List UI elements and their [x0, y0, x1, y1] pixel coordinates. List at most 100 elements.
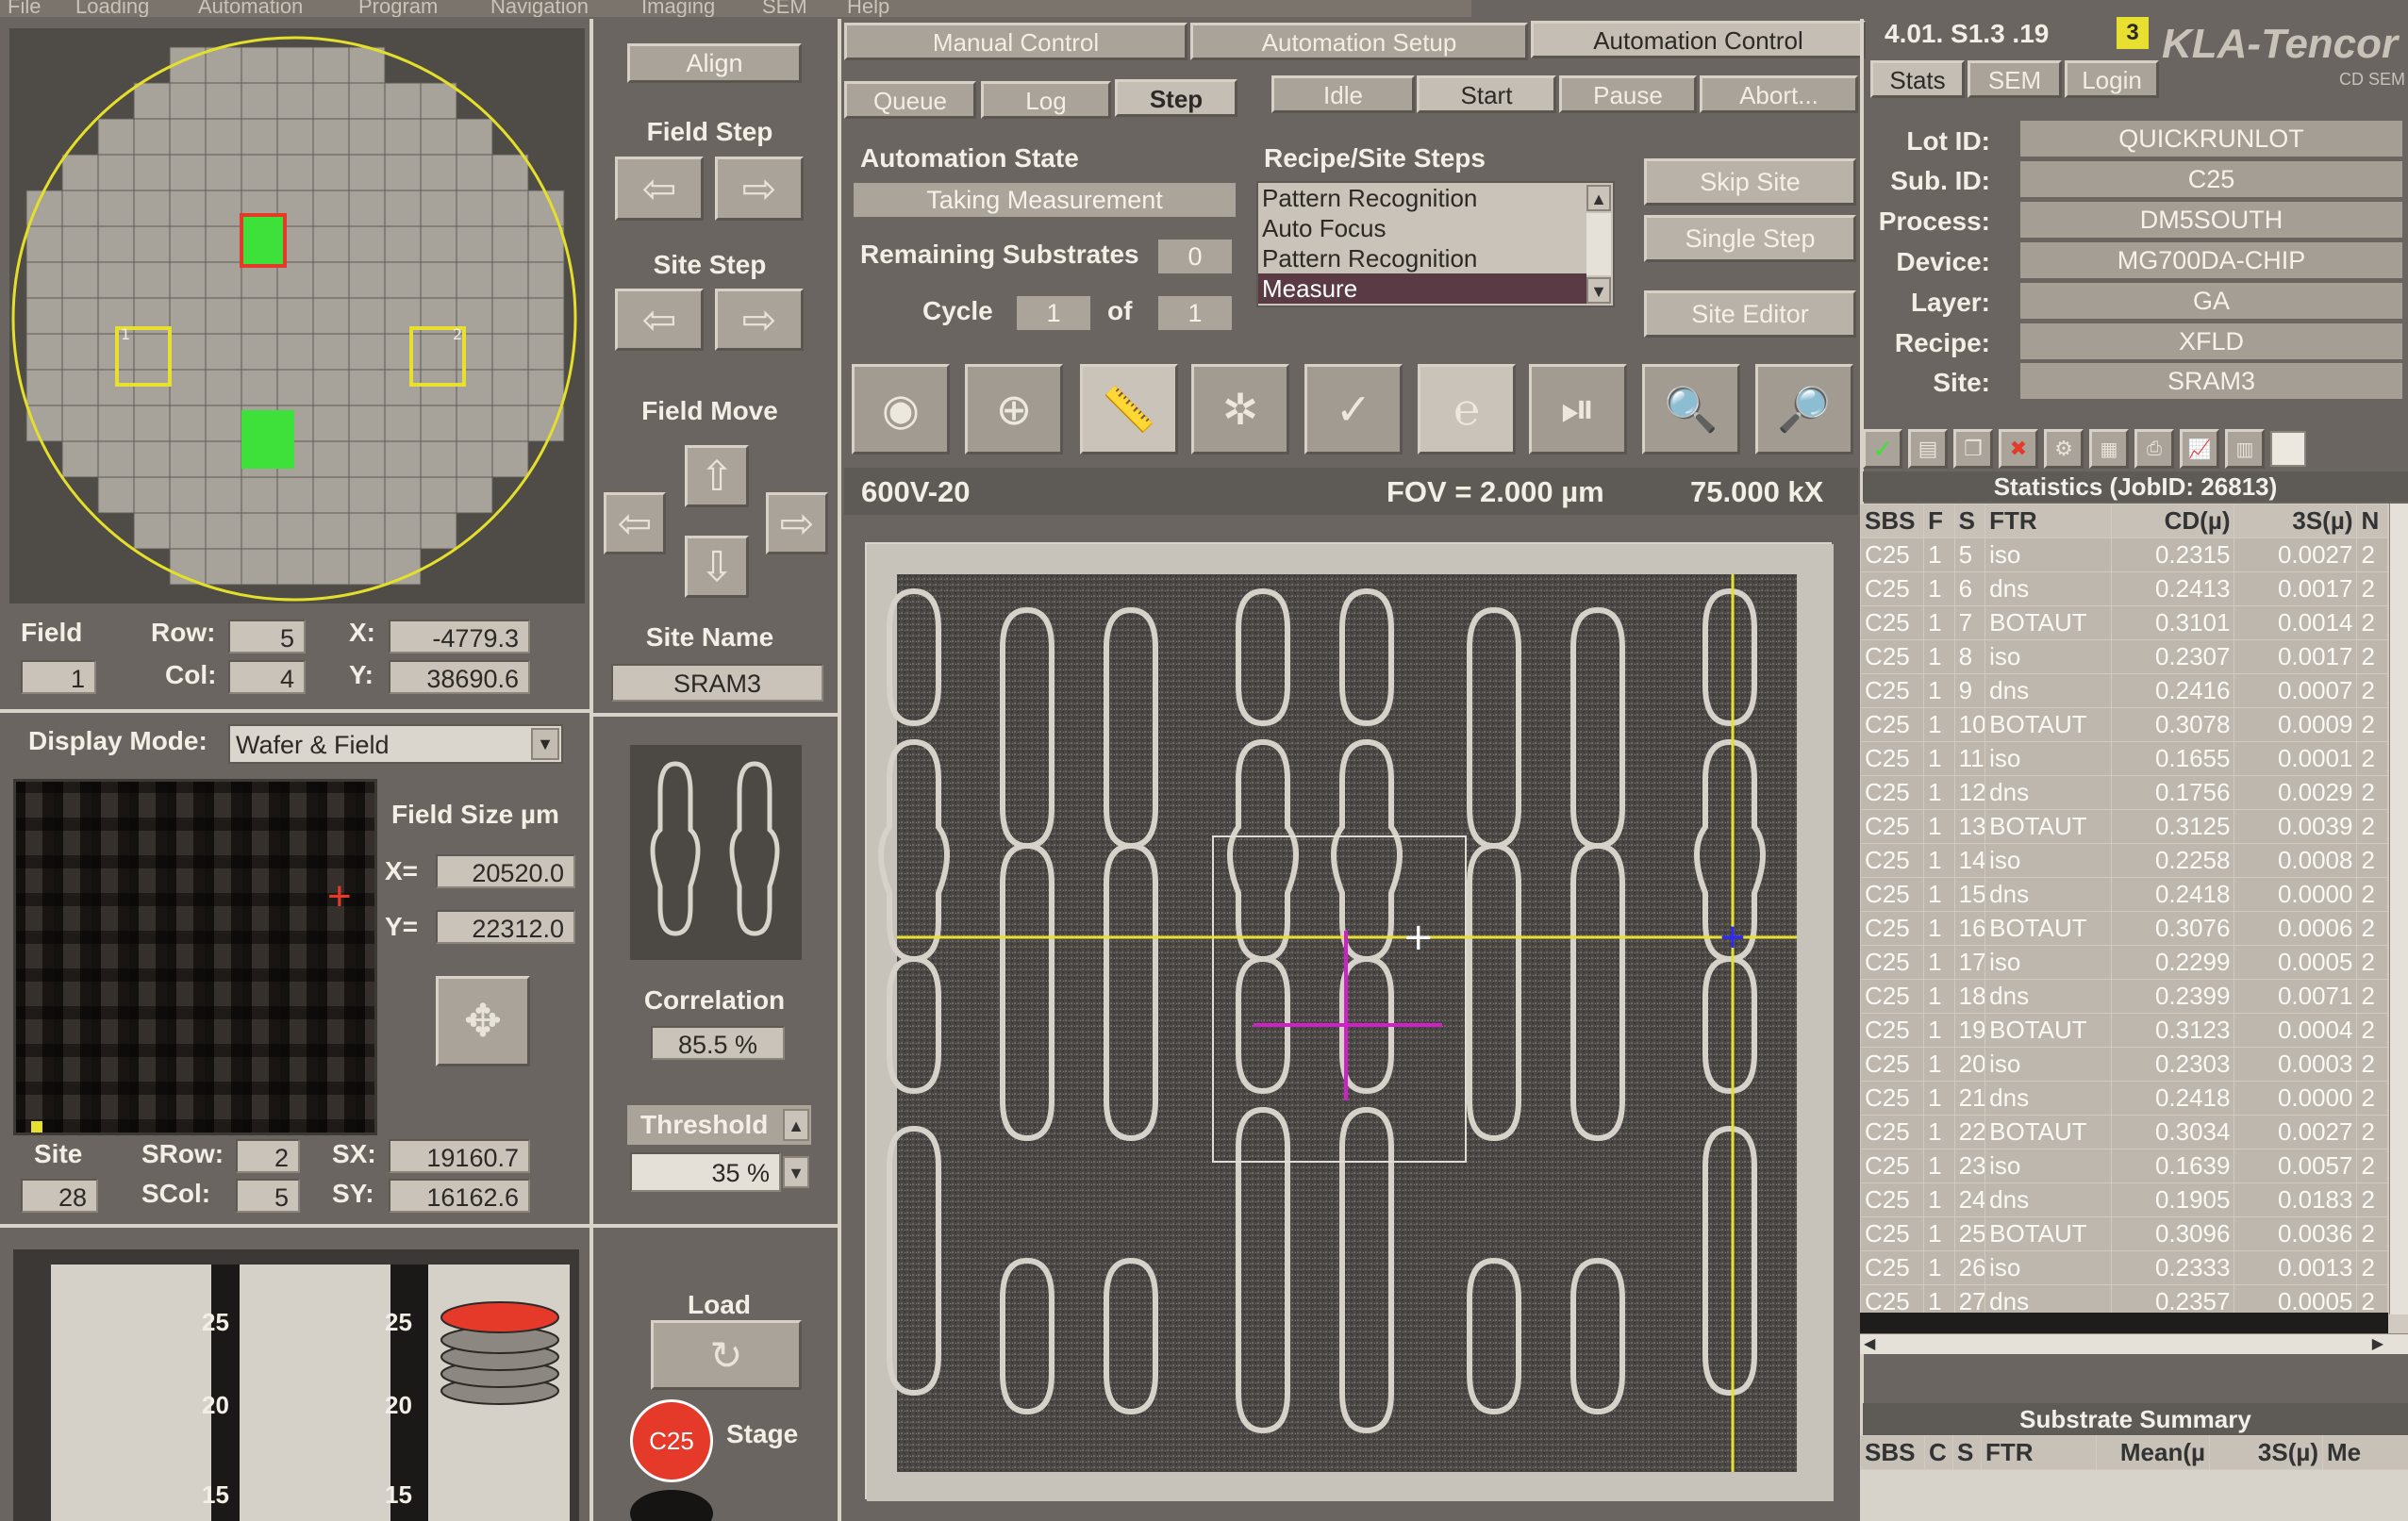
wafer-die[interactable] [384, 118, 422, 156]
wafer-die[interactable] [384, 405, 422, 442]
wafer-die[interactable] [456, 118, 493, 156]
wafer-die[interactable] [205, 261, 242, 299]
tab-stats[interactable]: Stats [1870, 60, 1965, 98]
blank-icon[interactable] [2270, 431, 2306, 467]
wafer-die[interactable] [420, 261, 457, 299]
wafer-die[interactable] [25, 369, 63, 406]
site-name-field[interactable]: SRAM3 [611, 664, 823, 702]
display-mode-select[interactable]: Wafer & Field ▼ [228, 724, 563, 764]
wafer-die[interactable] [384, 225, 422, 263]
table-row[interactable]: C25 1 9 dns 0.2416 0.0007 2 [1860, 673, 2388, 708]
zoom-out-icon[interactable]: 🔍 [1642, 364, 1740, 455]
menu-imaging[interactable]: Imaging [641, 0, 715, 17]
wafer-die[interactable] [312, 46, 350, 84]
wafer-die[interactable] [384, 190, 422, 227]
wafer-die[interactable] [276, 82, 314, 120]
settings-icon[interactable]: ⚙ [2044, 429, 2084, 469]
wafer-die[interactable] [491, 225, 529, 263]
threshold-input[interactable]: 35 % [630, 1152, 781, 1192]
column-header[interactable]: SBS [1860, 504, 1925, 538]
wafer-die[interactable] [276, 548, 314, 586]
wafer-die[interactable] [420, 440, 457, 478]
wafer-die[interactable] [61, 369, 99, 406]
wafer-die[interactable] [276, 46, 314, 84]
arrow-right-icon[interactable]: ⇨ [766, 492, 828, 554]
wafer-die[interactable] [312, 476, 350, 514]
sem-image-frame[interactable]: + + [865, 542, 1834, 1501]
site-input[interactable]: 28 [21, 1179, 98, 1213]
wafer-die[interactable] [491, 440, 529, 478]
wafer-die[interactable] [169, 440, 207, 478]
wafer-die[interactable] [348, 46, 386, 84]
wafer-die[interactable] [169, 297, 207, 335]
arrow-left-icon[interactable]: ⇦ [615, 289, 704, 351]
auto-focus-icon[interactable]: ⊕ [965, 364, 1063, 455]
site-editor-button[interactable]: Site Editor [1644, 290, 1856, 338]
wafer-die[interactable] [97, 118, 135, 156]
column-header[interactable]: Mean(µ [2096, 1435, 2210, 1470]
wafer-die[interactable] [276, 476, 314, 514]
wafer-die[interactable] [348, 333, 386, 371]
wafer-die[interactable] [276, 512, 314, 550]
filter-icon[interactable]: ▦ [2089, 429, 2129, 469]
tab-step[interactable]: Step [1115, 79, 1237, 117]
menu-sem[interactable]: SEM [762, 0, 807, 17]
wafer-die[interactable] [276, 369, 314, 406]
tab-queue[interactable]: Queue [844, 81, 976, 119]
recipe-steps-list[interactable]: Pattern Recognition Auto Focus Pattern R… [1256, 181, 1615, 307]
tab-log[interactable]: Log [981, 81, 1111, 119]
wafer-die[interactable] [241, 476, 278, 514]
tab-login[interactable]: Login [2065, 60, 2159, 98]
wafer-die[interactable] [241, 333, 278, 371]
wafer-die[interactable] [97, 476, 135, 514]
tab-sem[interactable]: SEM [1968, 60, 2062, 98]
wafer-die[interactable] [312, 440, 350, 478]
field-thumbnail[interactable]: + [13, 779, 377, 1135]
wafer-die[interactable] [348, 297, 386, 335]
eye-scan-icon[interactable]: ◉ [852, 364, 950, 455]
wafer-die[interactable] [61, 405, 99, 442]
menu-automation[interactable]: Automation [198, 0, 303, 17]
wafer-die[interactable] [348, 190, 386, 227]
start-button[interactable]: Start [1417, 75, 1556, 113]
wafer-die[interactable] [97, 440, 135, 478]
single-step-button[interactable]: Single Step [1644, 215, 1856, 262]
wafer-die[interactable] [133, 225, 171, 263]
zoom-in-icon[interactable]: 🔎 [1755, 364, 1853, 455]
menu-navigation[interactable]: Navigation [490, 0, 589, 17]
wafer-die[interactable] [312, 333, 350, 371]
wafer-die[interactable] [133, 261, 171, 299]
arrow-right-icon[interactable]: ⇨ [715, 157, 804, 221]
wafer-map[interactable]: 12 [9, 28, 585, 603]
wafer-die[interactable] [348, 261, 386, 299]
wafer-die[interactable] [384, 261, 422, 299]
wafer-die[interactable] [133, 333, 171, 371]
wafer-die[interactable] [527, 333, 565, 371]
wafer-die[interactable] [420, 118, 457, 156]
wafer-die[interactable] [312, 369, 350, 406]
wafer-die[interactable] [133, 476, 171, 514]
wafer-die[interactable] [205, 154, 242, 191]
wafer-die[interactable] [205, 512, 242, 550]
wafer-die[interactable] [25, 405, 63, 442]
wafer-die[interactable] [205, 548, 242, 586]
wafer-die[interactable] [491, 261, 529, 299]
column-header[interactable]: C [1924, 1435, 1953, 1470]
arrow-up-icon[interactable]: ⇧ [685, 445, 749, 507]
row-input[interactable]: 5 [228, 620, 306, 653]
chevron-down-icon[interactable]: ▼ [783, 1156, 809, 1188]
wafer-die[interactable] [61, 333, 99, 371]
wafer-die[interactable] [348, 369, 386, 406]
fit-view-icon[interactable]: ✥ [436, 976, 530, 1066]
wafer-die[interactable] [384, 333, 422, 371]
list-item-selected[interactable]: Measure [1258, 273, 1586, 304]
wafer-die[interactable] [312, 154, 350, 191]
wafer-die[interactable] [97, 261, 135, 299]
wafer-die[interactable] [241, 512, 278, 550]
wafer-die[interactable] [491, 297, 529, 335]
wafer-die[interactable] [169, 82, 207, 120]
wafer-die[interactable] [133, 369, 171, 406]
wafer-die[interactable] [133, 512, 171, 550]
wafer-die[interactable] [61, 190, 99, 227]
wafer-die[interactable] [384, 369, 422, 406]
